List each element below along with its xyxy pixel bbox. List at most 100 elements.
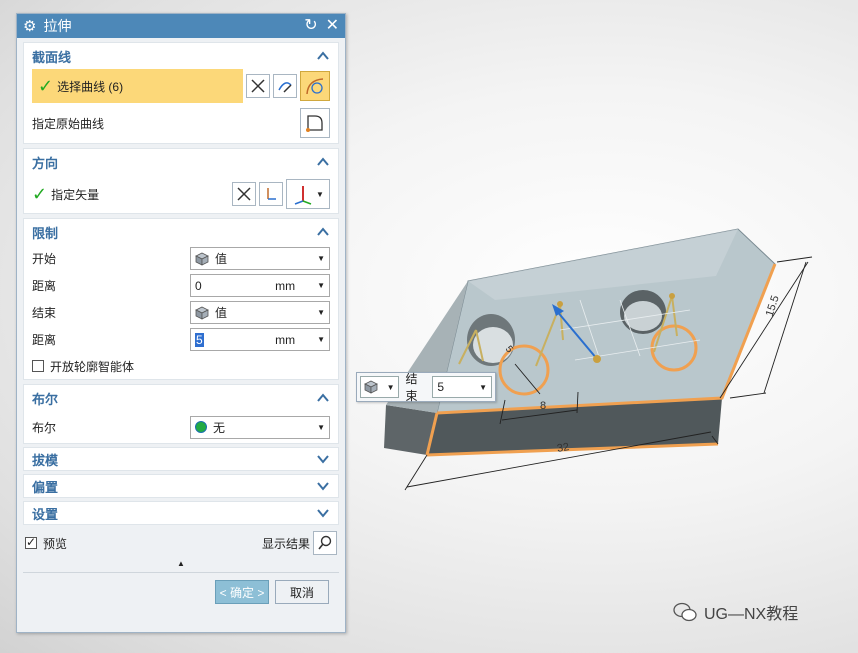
sketch-section-icon[interactable] xyxy=(273,74,297,98)
start-type-dropdown[interactable]: 值 ▼ xyxy=(190,247,330,270)
dialog-buttons: < 确定 > 取消 xyxy=(17,573,345,611)
end-distance-field[interactable]: 5 mm ▼ xyxy=(190,328,330,351)
specify-vector-label: 指定矢量 xyxy=(51,187,100,202)
settings-group[interactable]: 设置 xyxy=(23,501,339,525)
open-profile-row[interactable]: 开放轮廓智能体 xyxy=(24,353,338,379)
boolean-dropdown[interactable]: 无 ▼ xyxy=(190,415,330,439)
direction-title: 方向 xyxy=(32,155,59,171)
boolean-row: 布尔 无 ▼ xyxy=(24,411,338,443)
end-distance-unit: mm xyxy=(275,332,296,347)
start-row: 开始 值 ▼ xyxy=(24,245,338,272)
check-icon: ✓ xyxy=(32,184,48,204)
boolean-title: 布尔 xyxy=(32,391,59,407)
dialog-titlebar[interactable]: ⚙ 拉伸 ↻ ✕ xyxy=(17,14,345,38)
expand-toggle-icon[interactable]: ▲ xyxy=(17,558,345,570)
end-type-dropdown[interactable]: ▼ xyxy=(360,376,399,398)
end-value-field[interactable]: 5 ▼ xyxy=(432,376,492,398)
wechat-icon xyxy=(673,602,697,622)
end-row: 结束 值 ▼ xyxy=(24,299,338,326)
offset-group[interactable]: 偏置 xyxy=(23,474,339,498)
distance2-row: 距离 5 mm ▼ xyxy=(24,326,338,353)
reverse-vector-icon[interactable] xyxy=(232,182,256,206)
specify-original-row: 指定原始曲线 xyxy=(24,103,338,143)
specify-original-label: 指定原始曲线 xyxy=(32,116,105,131)
curve-selection-icon[interactable] xyxy=(300,71,330,101)
chevron-down-icon: ▼ xyxy=(316,189,324,199)
end-type-value: 值 xyxy=(215,306,228,320)
distance1-row: 距离 0 mm ▼ xyxy=(24,272,338,299)
check-icon: ✓ xyxy=(38,76,54,96)
end-value-text: 5 xyxy=(437,380,445,394)
chevron-down-icon: ▼ xyxy=(317,281,325,290)
chevron-up-icon xyxy=(317,51,329,60)
specify-vector-row[interactable]: ✓ 指定矢量 ▼ xyxy=(24,175,338,213)
cube-icon xyxy=(195,306,209,320)
end-distance-value: 5 xyxy=(195,332,204,347)
chevron-down-icon: ▼ xyxy=(317,422,325,432)
boolean-label: 布尔 xyxy=(32,420,57,435)
start-distance-value: 0 xyxy=(195,278,202,293)
section-curve-header[interactable]: 截面线 xyxy=(24,43,338,69)
limits-group: 限制 开始 值 ▼ 距离 0 mm ▼ 结束 值 ▼ 距离 5 mm ▼ 开放轮… xyxy=(23,218,339,380)
chevron-down-icon xyxy=(317,482,329,491)
start-label: 开始 xyxy=(32,252,57,266)
draft-title: 拔模 xyxy=(32,452,59,468)
vector-type-dropdown[interactable]: ▼ xyxy=(286,179,330,209)
chevron-up-icon xyxy=(317,227,329,236)
settings-title: 设置 xyxy=(32,506,59,522)
reverse-direction-icon[interactable] xyxy=(246,74,270,98)
onscreen-input: ▼ 结束 5 ▼ xyxy=(356,372,496,403)
chevron-down-icon: ▼ xyxy=(317,254,325,263)
limits-title: 限制 xyxy=(32,225,59,241)
show-result-label: 显示结果 xyxy=(261,536,310,551)
chevron-up-icon xyxy=(317,157,329,166)
preview-label: 预览 xyxy=(43,536,68,551)
chevron-down-icon xyxy=(317,509,329,518)
preview-checkbox[interactable] xyxy=(25,535,37,549)
offset-title: 偏置 xyxy=(32,479,59,495)
limits-header[interactable]: 限制 xyxy=(24,219,338,245)
boolean-header[interactable]: 布尔 xyxy=(24,385,338,411)
section-curve-group: 截面线 ✓ 选择曲线 (6) 指定原始曲线 xyxy=(23,42,339,144)
chevron-up-icon xyxy=(317,393,329,402)
direction-group: 方向 ✓ 指定矢量 ▼ xyxy=(23,148,339,214)
boolean-group: 布尔 布尔 无 ▼ xyxy=(23,384,339,444)
original-curve-icon[interactable] xyxy=(300,108,330,138)
close-icon[interactable]: ✕ xyxy=(326,18,339,34)
extrude-dialog: ⚙ 拉伸 ↻ ✕ 截面线 ✓ 选择曲线 (6) 指定原始曲线 方向 ✓ 指定矢量… xyxy=(16,13,346,633)
preview-row: 预览 显示结果 xyxy=(17,528,345,558)
direction-header[interactable]: 方向 xyxy=(24,149,338,175)
reset-icon[interactable]: ↻ xyxy=(304,18,317,34)
draft-group[interactable]: 拔模 xyxy=(23,447,339,471)
end-type-dropdown[interactable]: 值 ▼ xyxy=(190,301,330,324)
open-profile-label: 开放轮廓智能体 xyxy=(50,359,135,374)
boolean-none-icon xyxy=(195,421,207,433)
dimension-label-8[interactable]: 8 xyxy=(540,400,546,412)
end-label: 结束 xyxy=(32,306,57,320)
boolean-value: 无 xyxy=(213,420,226,435)
distance2-label: 距离 xyxy=(32,333,57,347)
cube-icon xyxy=(195,252,209,266)
select-curve-row[interactable]: ✓ 选择曲线 (6) xyxy=(32,69,243,103)
watermark: UG—NX教程 xyxy=(672,600,798,624)
dialog-title: 拉伸 xyxy=(43,18,72,34)
distance1-label: 距离 xyxy=(32,279,57,293)
chevron-down-icon: ▼ xyxy=(317,308,325,317)
cube-icon xyxy=(364,380,378,394)
ok-button[interactable]: < 确定 > xyxy=(215,580,269,604)
open-profile-checkbox[interactable] xyxy=(32,360,44,372)
start-distance-unit: mm xyxy=(275,278,296,293)
vector-dialog-icon[interactable] xyxy=(259,182,283,206)
chevron-down-icon xyxy=(317,455,329,464)
gear-icon: ⚙ xyxy=(23,18,37,35)
start-distance-field[interactable]: 0 mm ▼ xyxy=(190,274,330,297)
watermark-text: UG—NX教程 xyxy=(704,606,799,623)
cancel-button[interactable]: 取消 xyxy=(275,580,329,604)
magnifier-icon[interactable] xyxy=(313,531,337,555)
section-curve-title: 截面线 xyxy=(32,49,72,65)
select-curve-label: 选择曲线 (6) xyxy=(57,79,124,94)
end-label: 结束 xyxy=(405,372,418,403)
dimension-label-32[interactable]: 32 xyxy=(556,441,570,455)
chevron-down-icon: ▼ xyxy=(386,382,395,392)
start-type-value: 值 xyxy=(215,252,228,266)
